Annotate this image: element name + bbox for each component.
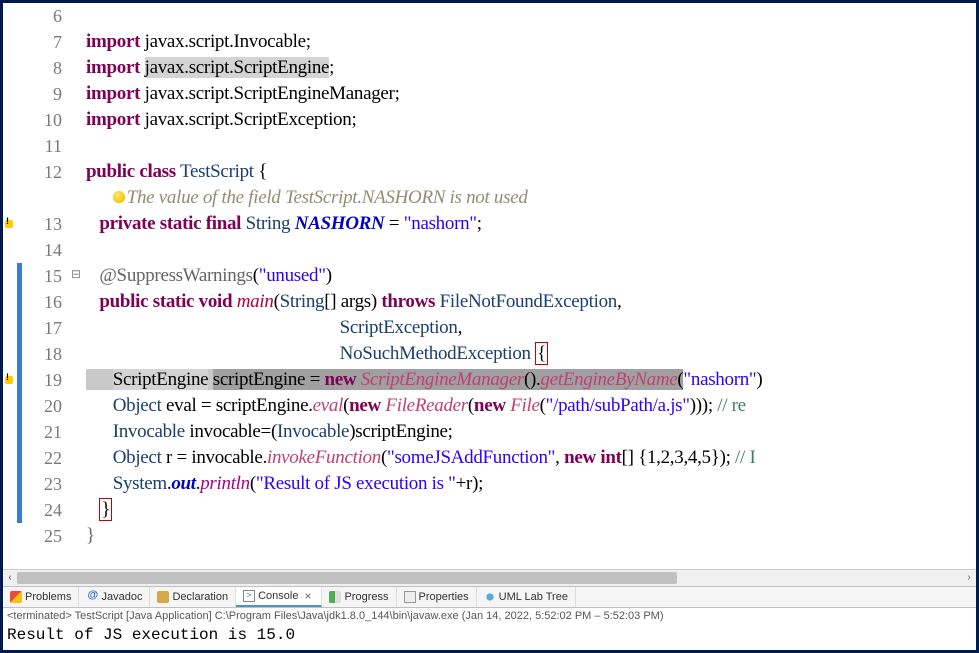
tab-declaration[interactable]: Declaration [150, 587, 236, 607]
views-tab-bar: Problems Javadoc Declaration Console× Progre… [3, 586, 976, 608]
tab-label: UML Lab Tree [499, 591, 568, 603]
declaration-icon [157, 591, 169, 603]
code-line[interactable]: System.out.println("Result of JS executi… [84, 471, 976, 497]
code-line[interactable]: public class TestScript { [84, 159, 976, 185]
tab-label: Properties [419, 591, 469, 603]
tab-console[interactable]: Console× [236, 587, 322, 607]
code-line[interactable]: NoSuchMethodException { [84, 341, 976, 367]
code-line[interactable]: import javax.script.Invocable; [84, 29, 976, 55]
tab-problems[interactable]: Problems [3, 587, 79, 607]
line-number: 17 [22, 315, 62, 341]
console-output: Result of JS execution is 15.0 [3, 625, 976, 650]
warning-marker-icon[interactable] [3, 211, 17, 237]
code-line[interactable]: The value of the field TestScript.NASHOR… [84, 185, 976, 211]
line-number: 20 [22, 393, 62, 419]
console-header: <terminated> TestScript [Java Applicatio… [3, 608, 976, 625]
problems-icon [10, 591, 22, 603]
tab-uml-lab-tree[interactable]: UML Lab Tree [477, 587, 576, 607]
code-editor[interactable]: 6789101112 13141516171819202122232425 imp… [3, 3, 976, 569]
code-line[interactable]: Invocable invocable=(Invocable)scriptEng… [84, 419, 976, 445]
scroll-right-arrow-icon[interactable]: › [963, 572, 975, 584]
horizontal-scrollbar[interactable]: ‹ › [3, 569, 976, 586]
warning-marker-icon[interactable] [3, 367, 17, 393]
code-line[interactable] [84, 133, 976, 159]
line-number: 6 [22, 3, 62, 29]
code-line[interactable] [84, 3, 976, 29]
code-line[interactable]: } [84, 523, 976, 549]
code-line[interactable]: import javax.script.ScriptException; [84, 107, 976, 133]
line-number: 15 [22, 263, 62, 289]
line-number [22, 185, 62, 211]
code-area[interactable]: import javax.script.Invocable;import jav… [84, 3, 976, 569]
fold-column [70, 3, 84, 569]
progress-icon [329, 591, 341, 603]
line-number: 22 [22, 445, 62, 471]
code-line[interactable]: @SuppressWarnings("unused") [84, 263, 976, 289]
line-number: 13 [22, 211, 62, 237]
tab-label: Declaration [172, 591, 228, 603]
javadoc-icon [86, 591, 98, 603]
tab-progress[interactable]: Progress [322, 587, 396, 607]
tab-label: Problems [25, 591, 71, 603]
scrollbar-thumb[interactable] [17, 572, 677, 584]
close-icon[interactable]: × [301, 589, 314, 603]
marker-column [3, 3, 17, 569]
tab-label: Javadoc [101, 591, 142, 603]
line-number: 14 [22, 237, 62, 263]
tab-javadoc[interactable]: Javadoc [79, 587, 150, 607]
tab-label: Console [258, 590, 298, 602]
code-line[interactable]: } [84, 497, 976, 523]
line-number: 18 [22, 341, 62, 367]
code-line[interactable]: import javax.script.ScriptEngineManager; [84, 81, 976, 107]
code-line[interactable] [84, 237, 976, 263]
line-number-gutter: 6789101112 13141516171819202122232425 [22, 3, 70, 569]
line-number: 12 [22, 159, 62, 185]
line-number: 24 [22, 497, 62, 523]
code-line[interactable]: Object r = invocable.invokeFunction("som… [84, 445, 976, 471]
properties-icon [404, 591, 416, 603]
line-number: 9 [22, 81, 62, 107]
code-line[interactable]: private static final String NASHORN = "n… [84, 211, 976, 237]
uml-icon [484, 591, 496, 603]
line-number: 16 [22, 289, 62, 315]
fold-toggle-icon[interactable] [70, 263, 84, 289]
line-number: 10 [22, 107, 62, 133]
line-number: 23 [22, 471, 62, 497]
line-number: 11 [22, 133, 62, 159]
tab-label: Progress [344, 591, 388, 603]
line-number: 19 [22, 367, 62, 393]
tab-properties[interactable]: Properties [397, 587, 477, 607]
scroll-left-arrow-icon[interactable]: ‹ [4, 572, 16, 584]
code-line[interactable]: ScriptEngine scriptEngine = new ScriptEn… [84, 367, 976, 393]
line-number: 21 [22, 419, 62, 445]
line-number: 25 [22, 523, 62, 549]
code-line[interactable]: public static void main(String[] args) t… [84, 289, 976, 315]
code-line[interactable]: import javax.script.ScriptEngine; [84, 55, 976, 81]
code-line[interactable]: Object eval = scriptEngine.eval(new File… [84, 393, 976, 419]
console-icon [243, 590, 255, 602]
line-number: 8 [22, 55, 62, 81]
line-number: 7 [22, 29, 62, 55]
code-line[interactable]: ScriptException, [84, 315, 976, 341]
